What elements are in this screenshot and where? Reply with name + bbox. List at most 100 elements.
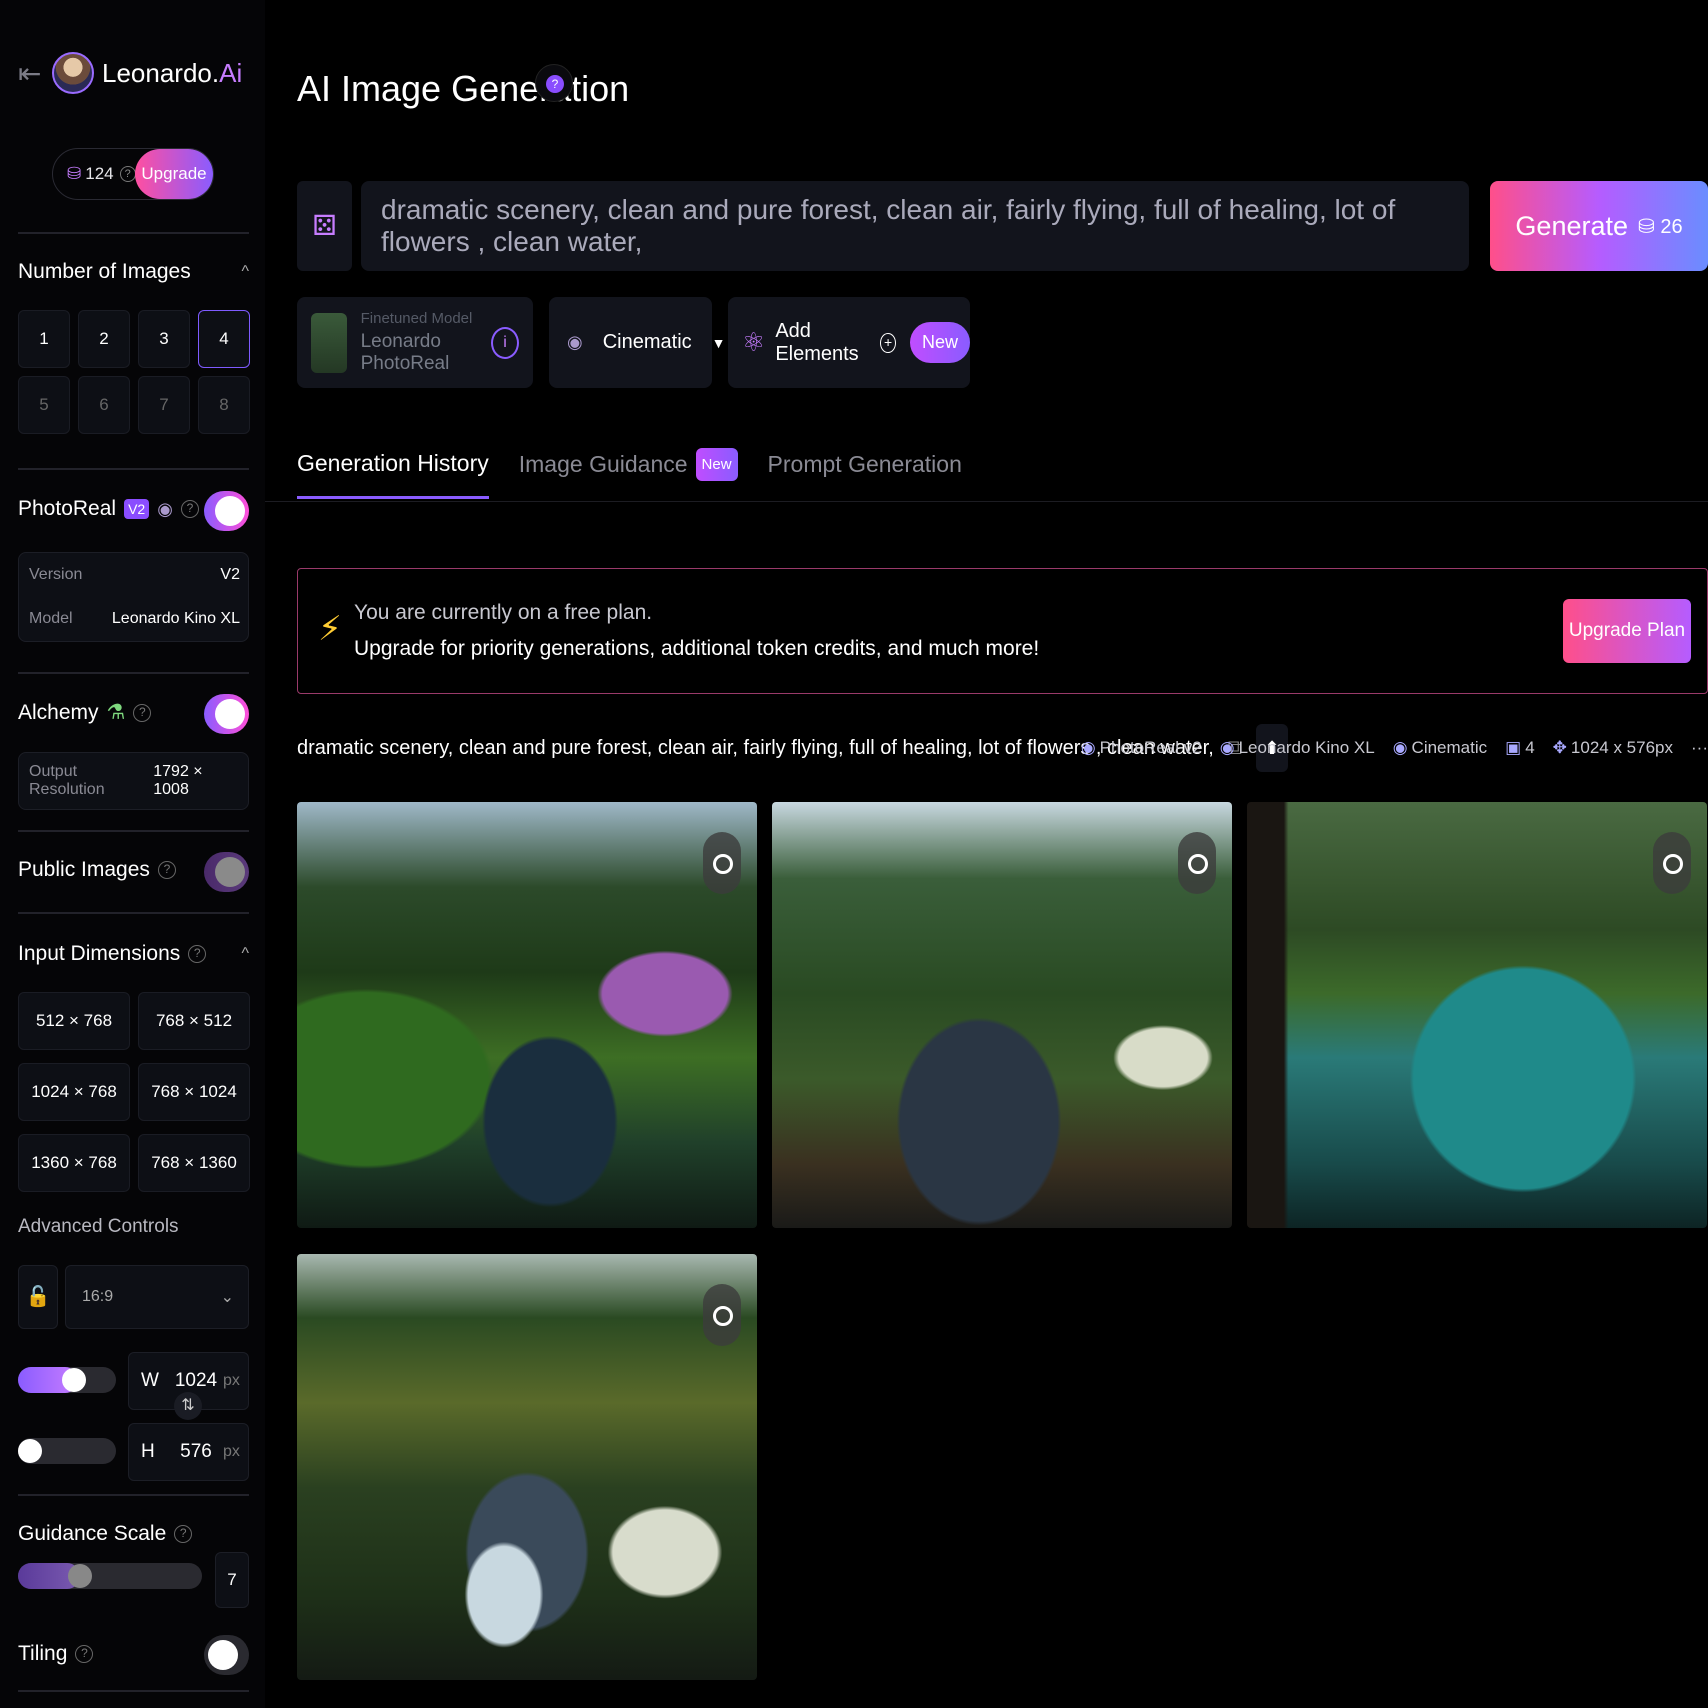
main-content: AI Image Generation ? ⚄ dramatic scenery… [265,0,1708,1708]
image-count-2[interactable]: 2 [78,310,130,368]
sidebar: ⇤ Leonardo.Ai ⛁ 124 ? Upgrade Number of … [0,0,265,1708]
help-icon[interactable]: ? [157,861,176,879]
meta-count: ▣ 4 [1505,738,1535,757]
dimension-option[interactable]: 768 × 512 [138,992,250,1050]
meta-model: ◉ Leonardo Kino XL [1219,738,1375,757]
input-dimensions-header[interactable]: Input Dimensions ? ^ [18,942,249,966]
brand-name: Leonardo.Ai [102,57,243,88]
tiling-toggle[interactable] [204,1635,249,1675]
plus-circle-icon: + [880,332,896,353]
prompt-input[interactable]: dramatic scenery, clean and pure forest,… [361,181,1469,271]
tab-image-guidance[interactable]: Image Guidance New [519,448,738,499]
help-icon[interactable]: ? [180,500,199,518]
tabs-divider [265,501,1708,502]
help-icon[interactable]: ? [119,166,136,182]
dimension-option[interactable]: 768 × 1024 [138,1063,250,1121]
help-button[interactable]: ? [535,64,573,102]
generation-prompt: dramatic scenery, clean and pure forest,… [297,736,1214,759]
section-title: Alchemy [18,700,99,724]
generated-image[interactable] [297,1254,757,1680]
collapse-sidebar-icon[interactable]: ⇤ [18,57,52,90]
divider [18,232,249,234]
new-badge: New [695,448,738,481]
section-title: Public Images [18,858,150,881]
atom-icon: ⚛ [742,327,766,357]
dimension-option[interactable]: 768 × 1360 [138,1134,250,1192]
height-field[interactable]: H 576 px [128,1423,249,1481]
info-icon[interactable]: i [491,327,519,359]
chevron-up-icon[interactable]: ^ [241,263,249,281]
output-resolution: Output Resolution 1792 × 1008 [18,752,249,810]
photoreal-toggle[interactable] [204,491,249,531]
section-title: Tiling [18,1642,68,1665]
image-count-7[interactable]: 7 [138,376,190,434]
advanced-controls-label[interactable]: Advanced Controls [18,1216,179,1238]
view-icon[interactable] [703,832,741,894]
height-slider[interactable] [18,1438,116,1464]
potion-icon: ⚗ [106,701,126,724]
image-count-4[interactable]: 4 [198,310,250,368]
generated-image[interactable] [1247,802,1707,1228]
chevron-up-icon[interactable]: ^ [241,945,249,963]
divider [18,912,249,914]
free-plan-banner: ⚡ You are currently on a free plan. Upgr… [297,568,1708,694]
generated-image[interactable] [772,802,1232,1228]
image-count-3[interactable]: 3 [138,310,190,368]
width-slider[interactable] [18,1367,116,1393]
model-row[interactable]: Model Leonardo Kino XL [19,597,248,641]
tab-prompt-generation[interactable]: Prompt Generation [768,448,962,499]
view-icon[interactable] [1653,832,1691,894]
add-elements-button[interactable]: ⚛ Add Elements + New [728,297,970,388]
dimension-option[interactable]: 1360 × 768 [18,1134,130,1192]
dimension-option[interactable]: 1024 × 768 [18,1063,130,1121]
token-cost: ⛁ 26 [1638,215,1683,238]
guidance-scale-value[interactable]: 7 [215,1552,249,1608]
more-options-icon[interactable]: ··· [1691,738,1708,758]
image-count-1[interactable]: 1 [18,310,70,368]
style-selector[interactable]: ◉ Cinematic ▼ [549,297,726,388]
generated-image[interactable] [297,802,757,1228]
view-icon[interactable] [1178,832,1216,894]
help-icon[interactable]: ? [133,703,152,722]
guidance-scale-slider[interactable] [18,1563,202,1589]
tabs: Generation History Image Guidance New Pro… [297,448,962,499]
help-icon[interactable]: ? [75,1645,94,1663]
section-title: PhotoReal [18,497,117,520]
generate-button[interactable]: Generate ⛁ 26 [1490,181,1708,271]
page-title: AI Image Generation [297,68,630,109]
tab-generation-history[interactable]: Generation History [297,448,489,499]
help-icon[interactable]: ? [188,945,207,963]
random-prompt-dice-icon[interactable]: ⚄ [297,181,352,271]
upgrade-button[interactable]: Upgrade [135,149,213,199]
photoreal-version-badge: V2 [124,499,150,519]
dimension-option[interactable]: 512 × 768 [18,992,130,1050]
divider [18,1690,249,1692]
image-count-6[interactable]: 6 [78,376,130,434]
public-images-toggle[interactable] [204,852,249,892]
section-title: Input Dimensions [18,942,181,965]
lock-icon[interactable]: 🔓 [18,1265,58,1329]
image-count-5[interactable]: 5 [18,376,70,434]
question-icon: ? [546,75,564,93]
swap-dimensions-icon[interactable]: ⇅ [174,1392,202,1420]
token-count: 124 [85,164,114,183]
image-count-8[interactable]: 8 [198,376,250,434]
camera-icon: ◉ [567,332,583,352]
divider [18,830,249,832]
help-icon[interactable]: ? [174,1525,193,1543]
meta-photoreal: ◉ PhotoReal v2 [1080,738,1202,757]
view-icon[interactable] [703,1284,741,1346]
aspect-ratio-select[interactable]: 16:9 ⌄ [65,1265,249,1329]
logo-avatar [52,52,94,94]
number-of-images-header[interactable]: Number of Images ^ [18,260,249,284]
alchemy-toggle[interactable] [204,694,249,734]
caret-down-icon: ▼ [711,334,726,351]
tiling-header: Tiling ? [18,1642,94,1666]
meta-style: ◉ Cinematic [1392,738,1488,757]
token-balance: ⛁ 124 ? Upgrade [52,148,214,200]
upgrade-plan-button[interactable]: Upgrade Plan [1563,599,1691,663]
app: ⇤ Leonardo.Ai ⛁ 124 ? Upgrade Number of … [0,0,1708,1708]
photoreal-header: PhotoReal V2 ◉ ? [18,497,199,521]
model-selector[interactable]: Finetuned Model Leonardo PhotoReal i [297,297,533,388]
alchemy-header: Alchemy ⚗ ? [18,700,152,725]
